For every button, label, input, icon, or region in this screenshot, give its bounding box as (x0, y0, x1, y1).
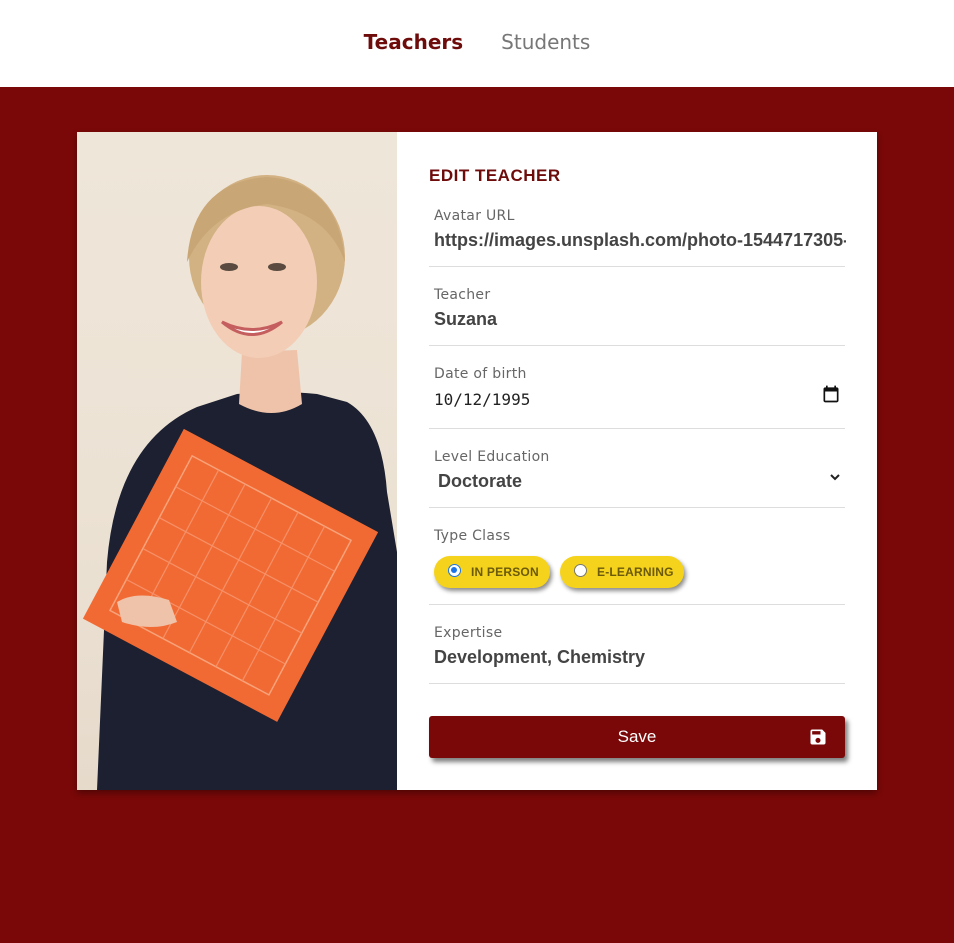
expertise-label: Expertise (434, 625, 503, 641)
calendar-icon[interactable] (821, 384, 841, 404)
in-person-option[interactable]: IN PERSON (434, 556, 550, 588)
teacher-avatar-image (77, 132, 397, 790)
level-education-field[interactable]: Level Education Doctorate (429, 443, 845, 508)
top-nav: Teachers Students (0, 0, 954, 87)
floppy-disk-icon (810, 729, 826, 745)
save-button-label: Save (617, 727, 657, 746)
expertise-field[interactable]: Expertise Development, Chemistry (429, 619, 845, 684)
nav-students-link[interactable]: Students (501, 30, 590, 58)
date-of-birth-label: Date of birth (434, 366, 527, 382)
in-person-label: IN PERSON (471, 565, 539, 579)
avatar-url-label: Avatar URL (434, 208, 515, 224)
chevron-down-icon[interactable] (829, 471, 841, 483)
nav-teachers-link[interactable]: Teachers (364, 30, 463, 58)
teacher-portrait-illustration (82, 175, 397, 790)
edit-teacher-card: EDIT TEACHER Avatar URL https://images.u… (77, 132, 877, 790)
avatar-url-field[interactable]: Avatar URL https://images.unsplash.com/p… (429, 202, 846, 267)
date-of-birth-input[interactable]: 10/12/1995 (434, 390, 846, 409)
level-education-select[interactable]: Doctorate (438, 471, 850, 492)
e-learning-label: E-LEARNING (597, 565, 674, 579)
form-title: EDIT TEACHER (429, 166, 561, 185)
in-person-radio[interactable] (448, 564, 461, 577)
teacher-name-field[interactable]: Teacher Suzana (429, 281, 845, 346)
save-button[interactable]: Save (429, 716, 845, 758)
level-education-label: Level Education (434, 449, 550, 465)
date-of-birth-field[interactable]: Date of birth 10/12/1995 (429, 360, 845, 429)
expertise-input[interactable]: Development, Chemistry (434, 647, 846, 668)
type-class-label: Type Class (434, 528, 511, 544)
teacher-name-label: Teacher (434, 287, 491, 303)
e-learning-option[interactable]: E-LEARNING (560, 556, 684, 588)
type-class-field: Type Class IN PERSON E-LEARNING (429, 522, 845, 605)
avatar-url-input[interactable]: https://images.unsplash.com/photo-154471… (434, 230, 846, 251)
e-learning-radio[interactable] (574, 564, 587, 577)
teacher-name-input[interactable]: Suzana (434, 309, 846, 330)
